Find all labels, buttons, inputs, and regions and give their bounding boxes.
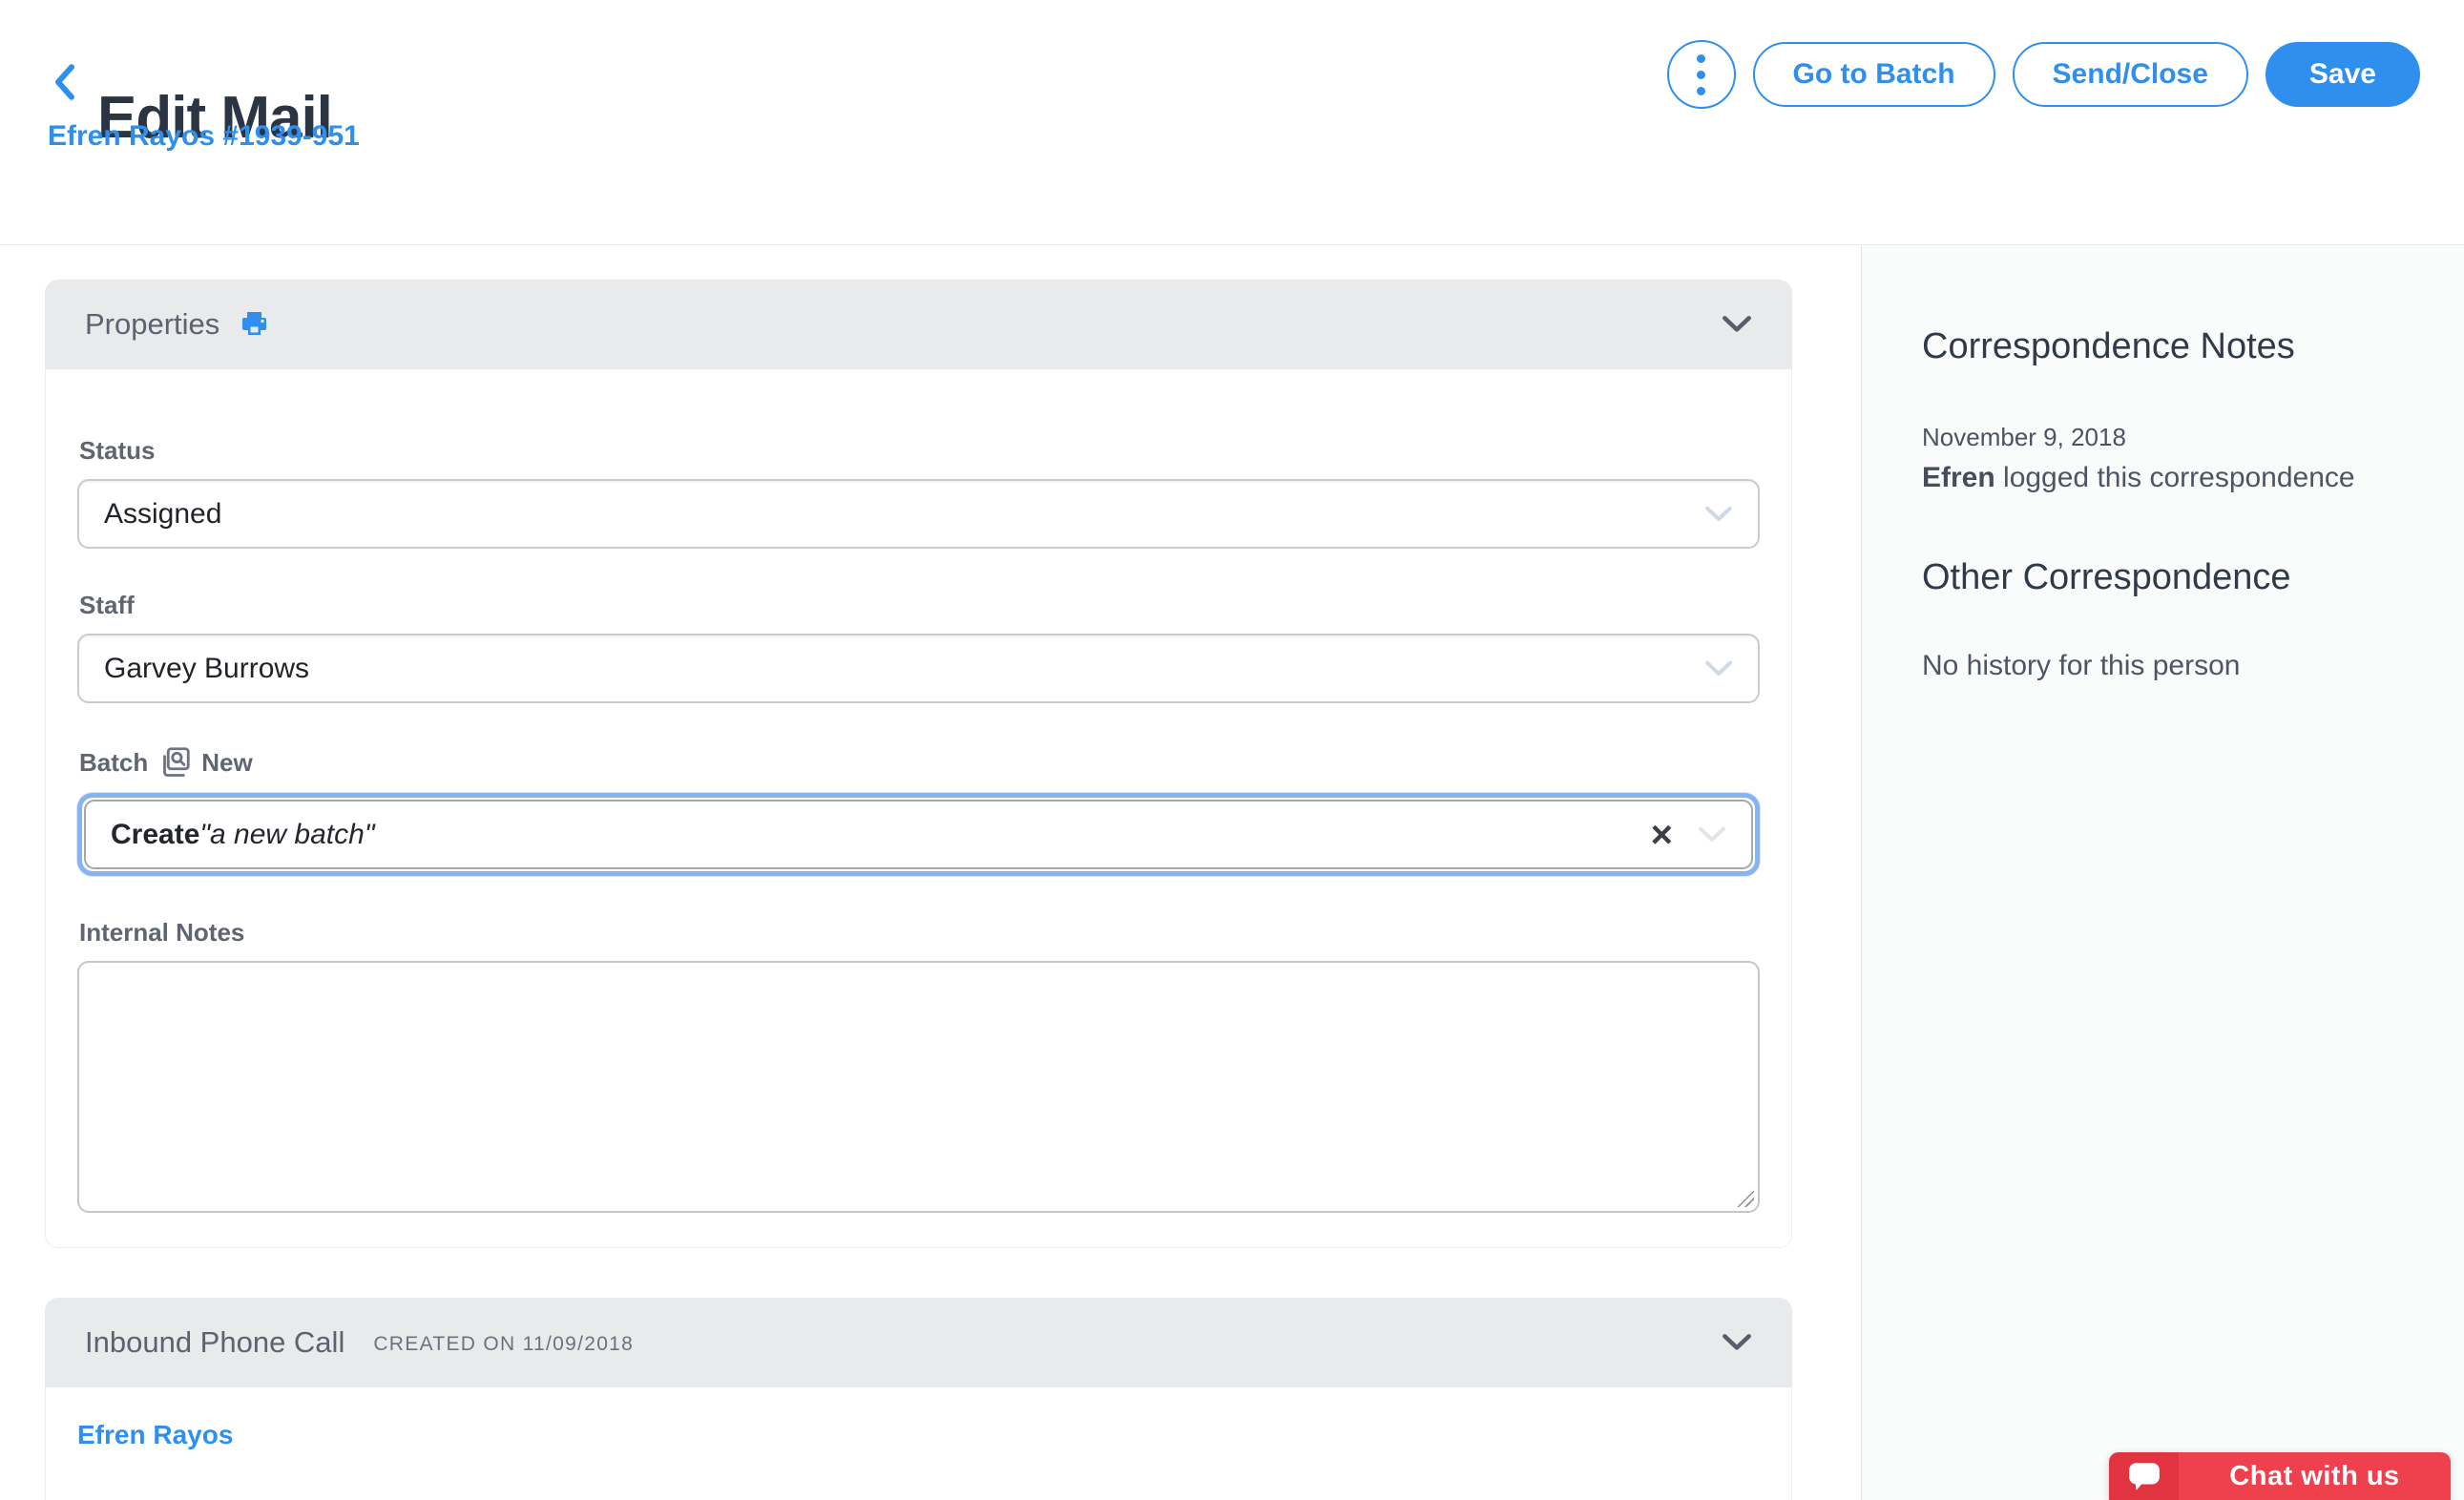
batch-select[interactable]: Create "a new batch" × (84, 800, 1753, 869)
print-button[interactable] (239, 309, 269, 340)
chevron-left-icon (52, 61, 78, 103)
batch-label-row: Batch New (77, 745, 1760, 780)
main-content: Properties (0, 246, 1861, 1500)
page-header: Edit Mail Efren Rayos #1939-951 Go to Ba… (0, 0, 2464, 245)
staff-field-group: Staff Garvey Burrows (77, 591, 1760, 703)
save-button[interactable]: Save (2266, 42, 2420, 107)
staff-label: Staff (79, 591, 1760, 620)
internal-notes-textarea[interactable] (77, 961, 1760, 1213)
inbound-panel-title: Inbound Phone Call (85, 1325, 345, 1360)
chevron-down-icon (1704, 506, 1733, 523)
chevron-down-icon (1722, 1333, 1752, 1352)
note-author: Efren (1922, 462, 1995, 493)
created-on-label: CREATED ON 11/09/2018 (373, 1329, 634, 1356)
batch-select-value-name: "a new batch" (199, 819, 374, 851)
more-options-button[interactable] (1667, 40, 1736, 109)
chat-icon-box (2109, 1452, 2179, 1500)
chevron-down-icon (1698, 826, 1726, 844)
chat-with-us-button[interactable]: Chat with us (2109, 1452, 2451, 1500)
note-message: logged this correspondence (1995, 462, 2355, 493)
back-button[interactable] (46, 59, 84, 105)
other-correspondence-title: Other Correspondence (1922, 557, 2426, 598)
inbound-panel-header[interactable]: Inbound Phone Call CREATED ON 11/09/2018 (45, 1298, 1792, 1387)
note-text: Efren logged this correspondence (1922, 462, 2426, 494)
properties-panel-body: Status Assigned Staff Garvey Burrows (45, 369, 1792, 1248)
clear-batch-button[interactable]: × (1651, 816, 1673, 854)
internal-notes-group: Internal Notes (77, 918, 1760, 1213)
status-field-group: Status Assigned (77, 436, 1760, 549)
properties-panel: Properties (45, 280, 1792, 1248)
status-select-value: Assigned (104, 498, 221, 531)
batch-new-button[interactable]: New (201, 748, 252, 778)
edit-mail-page: Edit Mail Efren Rayos #1939-951 Go to Ba… (0, 0, 2464, 1500)
printer-icon (239, 309, 269, 340)
header-actions: Go to Batch Send/Close Save (1667, 40, 2420, 109)
collapse-inbound-button[interactable] (1722, 1333, 1752, 1352)
staff-select[interactable]: Garvey Burrows (77, 634, 1760, 703)
correspondence-sidebar: Correspondence Notes November 9, 2018 Ef… (1861, 246, 2464, 1500)
batch-search-icon[interactable] (157, 745, 192, 780)
status-label: Status (79, 436, 1760, 466)
properties-panel-header[interactable]: Properties (45, 280, 1792, 369)
send-close-button[interactable]: Send/Close (2013, 42, 2248, 107)
batch-label: Batch (79, 748, 148, 778)
other-correspondence-empty: No history for this person (1922, 650, 2426, 682)
inbound-summary-label: Inbound Summary (77, 1496, 1760, 1500)
status-select[interactable]: Assigned (77, 479, 1760, 549)
correspondence-notes-title: Correspondence Notes (1922, 326, 2426, 367)
chat-bubble-icon (2127, 1460, 2161, 1492)
kebab-menu-icon (1697, 54, 1705, 95)
inbound-panel-body: Efren Rayos Inbound Summary (45, 1387, 1792, 1500)
internal-notes-label: Internal Notes (79, 918, 1760, 948)
person-link[interactable]: Efren Rayos (77, 1420, 233, 1450)
chevron-down-icon (1722, 315, 1752, 334)
staff-select-value: Garvey Burrows (104, 653, 309, 685)
properties-panel-title: Properties (85, 307, 219, 342)
chat-label: Chat with us (2179, 1452, 2451, 1500)
person-case-link[interactable]: Efren Rayos #1939-951 (48, 120, 360, 153)
inbound-phone-call-panel: Inbound Phone Call CREATED ON 11/09/2018… (45, 1298, 1792, 1500)
go-to-batch-button[interactable]: Go to Batch (1753, 42, 1995, 107)
batch-select-value-create: Create (111, 819, 199, 851)
note-date: November 9, 2018 (1922, 423, 2426, 452)
chevron-down-icon (1704, 660, 1733, 677)
batch-select-focus-ring: Create "a new batch" × (77, 793, 1760, 876)
collapse-properties-button[interactable] (1722, 315, 1752, 334)
